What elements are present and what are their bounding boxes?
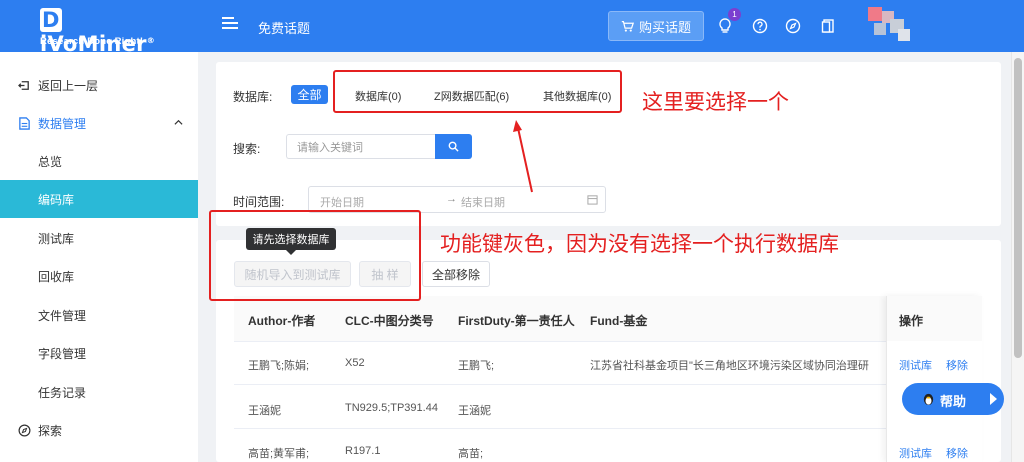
sidebar-item-data-management[interactable]: 数据管理: [0, 104, 198, 142]
end-date-input[interactable]: 结束日期: [461, 194, 505, 210]
date-range-picker[interactable]: 开始日期 → 结束日期: [308, 186, 606, 213]
column-header-author[interactable]: Author-作者: [248, 312, 315, 329]
sidebar-item-overview[interactable]: 总览: [0, 142, 198, 180]
document-icon: [19, 117, 30, 130]
compass-icon: [18, 424, 31, 437]
sidebar-item-explore[interactable]: 探索: [0, 411, 198, 449]
notification-badge: 1: [728, 8, 741, 21]
scrollbar-thumb[interactable]: [1014, 58, 1022, 358]
sidebar-item-test-library[interactable]: 测试库: [0, 219, 198, 257]
cell-author: 王鹏飞;陈娟;: [248, 360, 310, 372]
sidebar-item-coding-library[interactable]: 编码库: [0, 180, 198, 218]
cell-clc: TN929.5;TP391.44: [345, 402, 438, 414]
back-arrow-icon: [18, 81, 29, 90]
annotation-text-top: 这里要选择一个: [642, 90, 789, 114]
help-button[interactable]: 帮助: [902, 383, 1004, 415]
annotation-arrow: [513, 120, 533, 193]
compass-icon[interactable]: [783, 16, 803, 36]
database-tab-all[interactable]: 全部: [291, 85, 328, 104]
column-header-fund[interactable]: Fund-基金: [590, 312, 647, 329]
sidebar: 返回上一层 数据管理 总览 编码库 测试库 回收库 文件管理 字段管理 任务记录…: [0, 52, 198, 462]
page-title: 免费话题: [258, 21, 311, 36]
chevron-up-icon: [174, 119, 183, 125]
sidebar-item-back[interactable]: 返回上一层: [0, 66, 198, 104]
row-divider: [234, 384, 982, 385]
cell-first-duty: 高苗;: [458, 448, 484, 460]
row-test-link[interactable]: 测试库: [899, 357, 932, 373]
annotation-box-database-tabs: [333, 70, 622, 113]
cell-first-duty: 王涵妮: [458, 405, 491, 417]
avatar[interactable]: [868, 7, 914, 43]
sidebar-item-task-log[interactable]: 任务记录: [0, 373, 198, 411]
logo-tagline: Research Done Right!: [40, 36, 144, 47]
row-divider: [234, 428, 982, 429]
cell-clc: X52: [345, 357, 365, 369]
cell-author: 高苗;黄军甫;: [248, 448, 310, 460]
time-range-label: 时间范围:: [233, 195, 285, 209]
top-bar: DiVoMiner® Research Done Right! 免费话题 购买话…: [0, 0, 1024, 56]
column-header-clc[interactable]: CLC-中图分类号: [345, 312, 434, 329]
row-remove-link[interactable]: 移除: [946, 357, 968, 373]
logo-text: DiVoMiner®: [40, 8, 156, 56]
logo[interactable]: DiVoMiner® Research Done Right!: [40, 8, 170, 56]
search-icon: [448, 141, 459, 152]
database-label: 数据库:: [233, 90, 273, 104]
search-label: 搜索:: [233, 142, 261, 156]
search-button[interactable]: [435, 134, 472, 159]
column-header-first-duty[interactable]: FirstDuty-第一责任人: [458, 312, 575, 329]
menu-toggle-icon[interactable]: [222, 17, 238, 33]
cell-fund: 江苏省社科基金项目"长三角地区环境污染区域协同治理研: [590, 360, 869, 372]
sidebar-item-file-management[interactable]: 文件管理: [0, 296, 198, 334]
annotation-text-bottom: 功能键灰色，因为没有选择一个执行数据库: [440, 232, 839, 256]
expand-arrow-icon: [990, 393, 997, 405]
sidebar-item-field-management[interactable]: 字段管理: [0, 334, 198, 372]
range-arrow-icon: →: [446, 193, 457, 205]
buy-topic-button[interactable]: 购买话题: [608, 11, 704, 41]
start-date-input[interactable]: 开始日期: [320, 194, 364, 210]
cell-first-duty: 王鹏飞;: [458, 360, 495, 372]
row-remove-link[interactable]: 移除: [946, 445, 968, 461]
search-input[interactable]: 请输入关键词: [286, 134, 436, 159]
clipboard-icon[interactable]: [818, 16, 838, 36]
cell-clc: R197.1: [345, 445, 381, 457]
cart-icon: [621, 20, 634, 32]
qq-penguin-icon: [923, 393, 934, 406]
sidebar-item-recycle-library[interactable]: 回收库: [0, 257, 198, 295]
help-circle-icon[interactable]: [750, 16, 770, 36]
row-test-link[interactable]: 测试库: [899, 445, 932, 461]
cell-author: 王涵妮: [248, 405, 281, 417]
calendar-icon: [587, 195, 598, 205]
remove-all-button[interactable]: 全部移除: [422, 261, 490, 287]
page-scrollbar[interactable]: [1011, 52, 1024, 462]
column-header-operations: 操作: [899, 314, 924, 328]
row-divider: [234, 341, 982, 342]
annotation-box-buttons: [209, 210, 421, 301]
